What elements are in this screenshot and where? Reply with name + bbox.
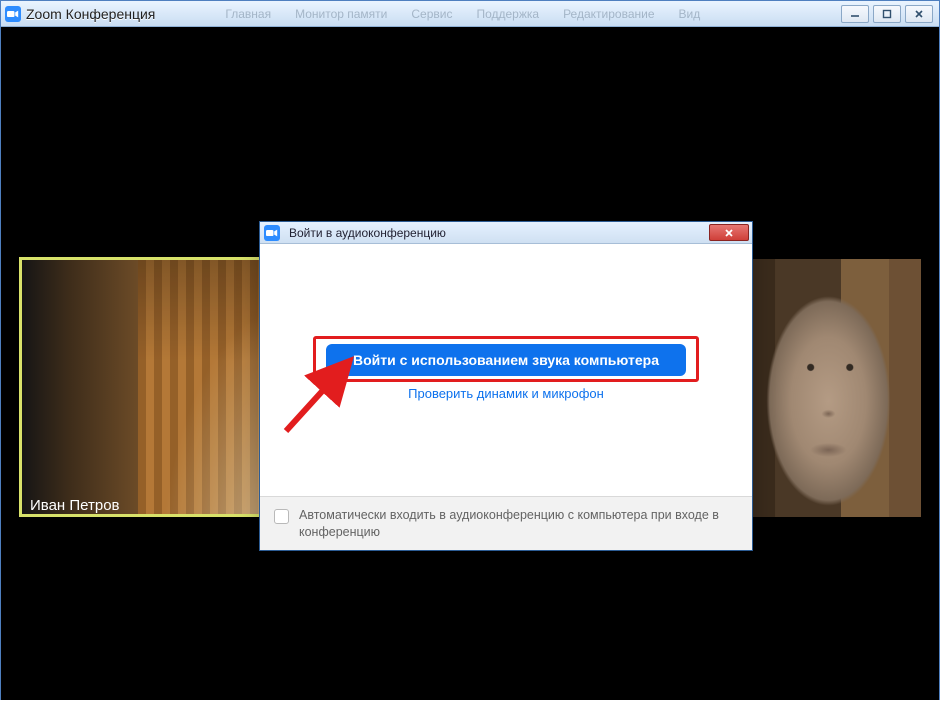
participant-tile-active[interactable]: Иван Петров <box>19 257 267 517</box>
maximize-button[interactable] <box>873 5 901 23</box>
test-speaker-mic-link[interactable]: Проверить динамик и микрофон <box>284 386 728 401</box>
join-audio-dialog: Войти в аудиоконференцию Войти с использ… <box>259 221 753 551</box>
participant-tile[interactable] <box>743 259 921 517</box>
window-controls <box>841 5 933 23</box>
dialog-close-button[interactable] <box>709 224 749 241</box>
auto-join-audio-label: Автоматически входить в аудиоконференцию… <box>299 507 738 541</box>
app-titlebar[interactable]: Zoom Конференция Главная Монитор памяти … <box>1 1 939 27</box>
menu-hint: Главная <box>225 7 271 21</box>
menu-hint: Вид <box>679 7 701 21</box>
participant-name-label: Иван Петров <box>22 495 128 517</box>
close-button[interactable] <box>905 5 933 23</box>
video-placeholder <box>22 260 138 514</box>
app-title: Zoom Конференция <box>26 6 155 22</box>
dialog-footer: Автоматически входить в аудиоконференцию… <box>260 496 752 550</box>
menu-hint: Монитор памяти <box>295 7 387 21</box>
menu-hint: Сервис <box>411 7 452 21</box>
menu-hint: Поддержка <box>476 7 539 21</box>
minimize-button[interactable] <box>841 5 869 23</box>
dialog-body: Войти с использованием звука компьютера … <box>260 244 752 401</box>
dialog-title: Войти в аудиоконференцию <box>289 226 446 240</box>
faded-menu: Главная Монитор памяти Сервис Поддержка … <box>225 7 700 21</box>
zoom-icon <box>5 6 21 22</box>
zoom-icon <box>264 225 280 241</box>
video-placeholder <box>138 260 267 514</box>
app-window: Zoom Конференция Главная Монитор памяти … <box>0 0 940 700</box>
join-with-computer-audio-button[interactable]: Войти с использованием звука компьютера <box>326 344 686 376</box>
menu-hint: Редактирование <box>563 7 654 21</box>
dialog-titlebar[interactable]: Войти в аудиоконференцию <box>260 222 752 244</box>
auto-join-audio-checkbox[interactable] <box>274 509 289 524</box>
